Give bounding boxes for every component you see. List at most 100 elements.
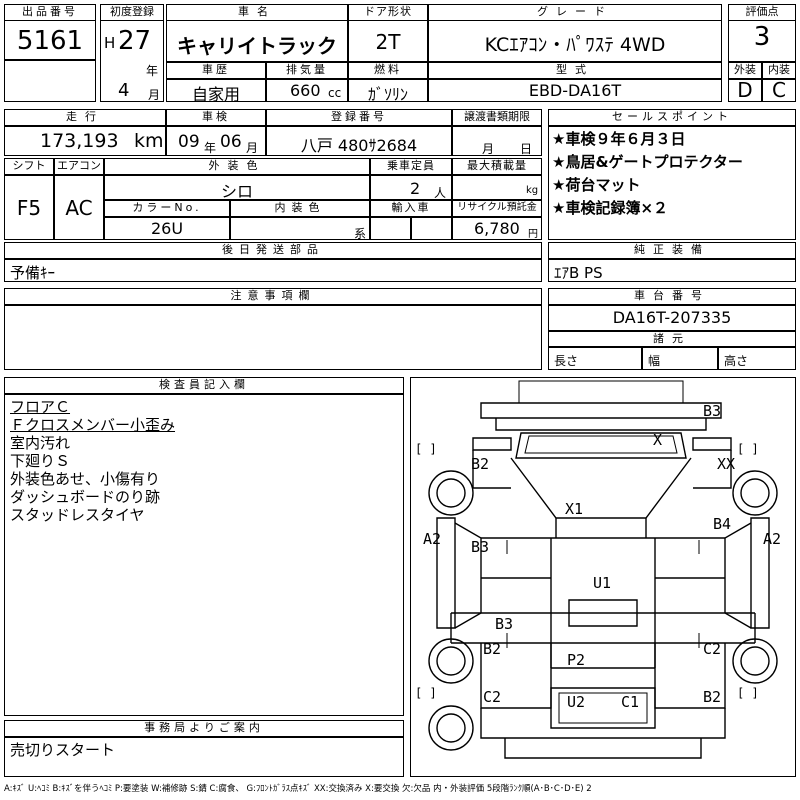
color-number-header: カラーNo. <box>104 200 230 217</box>
registration-month-unit: 月 <box>148 88 161 102</box>
displacement: 660 <box>290 81 321 100</box>
inspector-notes-header: 検査員記入欄 <box>4 377 404 394</box>
inspector-note: スタッドレスタイヤ <box>10 506 145 524</box>
inspection-header: 車検 <box>166 109 266 126</box>
damage-mark: A2 <box>763 530 782 548</box>
later-parts-header: 後日発送部品 <box>4 242 542 259</box>
transfer-month-unit: 月 <box>482 142 495 156</box>
recycle-header: リサイクル預託金 <box>452 200 542 217</box>
damage-mark: C1 <box>621 693 640 711</box>
registration-month: 4 <box>118 80 130 101</box>
exterior-grade: D <box>737 78 753 102</box>
inspection-month-unit: 月 <box>246 141 259 155</box>
damage-mark: C2 <box>703 640 722 658</box>
capacity: 2 <box>410 179 421 198</box>
fuel-header: 燃料 <box>348 62 428 79</box>
model-header: 車名 <box>166 4 348 21</box>
inspector-notes-list: フロアＣ Ｆクロスメンバー小歪み 室内汚れ 下廻りＳ 外装色あせ、小傷有り ダッ… <box>10 396 400 536</box>
type-header: 型式 <box>428 62 722 79</box>
inspection-year-unit: 年 <box>204 141 217 155</box>
damage-mark: U1 <box>593 574 612 592</box>
legend: A:ｷｽﾞ U:ﾍｺﾐ B:ｷｽﾞを伴うﾍｺﾐ P:要塗装 W:補修跡 S:錆 … <box>4 784 592 794</box>
grade: KCｴｱｺﾝ・ﾊﾟﾜｽﾃ 4WD <box>484 34 666 56</box>
damage-mark: B3 <box>703 402 722 420</box>
import-cell-left <box>370 217 411 240</box>
model-name: キャリイトラック <box>177 34 337 58</box>
damage-mark: A2 <box>423 530 442 548</box>
bracket-mark: [ ] <box>737 686 759 700</box>
max-load-header: 最大積載量 <box>452 158 542 175</box>
type: EBD-DA16T <box>528 81 622 100</box>
damage-mark: C2 <box>483 688 502 706</box>
damage-mark: B3 <box>471 538 490 556</box>
door-header: ドア形状 <box>348 4 428 21</box>
later-parts: 予備ｷｰ <box>10 264 56 282</box>
mileage-unit: km <box>134 130 164 152</box>
transfer-day-unit: 日 <box>520 142 533 156</box>
notes-cell <box>4 305 542 370</box>
length-label: 長さ <box>554 354 579 368</box>
damage-mark: B3 <box>495 615 514 633</box>
ac-header: エアコン <box>54 158 104 175</box>
damage-mark: X1 <box>565 500 584 518</box>
lot-number-header: 出品番号 <box>4 4 96 21</box>
interior-grade: C <box>772 78 786 102</box>
plate-header: 登録番号 <box>266 109 452 126</box>
plate-number: 八戸 480ｻ2684 <box>300 136 418 155</box>
registration-year: 27 <box>118 26 152 56</box>
grade-header: グレード <box>428 4 722 21</box>
color-number: 26U <box>150 219 184 238</box>
era: H <box>104 34 116 52</box>
shift-header: シフト <box>4 158 54 175</box>
damage-mark: XX <box>717 455 736 473</box>
mileage: 173,193 <box>40 130 119 152</box>
notes-header: 注意事項欄 <box>4 288 542 305</box>
sales-point: ★車検記録簿×２ <box>552 199 669 217</box>
recycle-fee: 6,780 <box>474 219 520 238</box>
bracket-mark: [ ] <box>737 442 759 456</box>
interior-color-cell <box>230 217 370 240</box>
damage-mark: P2 <box>567 651 586 669</box>
lot-number-extra <box>4 60 96 102</box>
damage-mark: B2 <box>483 640 502 658</box>
score-header: 評価点 <box>728 4 796 21</box>
damage-mark: B4 <box>713 515 732 533</box>
door-type: 2T <box>375 30 401 54</box>
max-load-unit: kg <box>526 185 539 196</box>
damage-mark: B2 <box>703 688 722 706</box>
capacity-unit: 人 <box>434 186 447 200</box>
chassis-number-header: 車台番号 <box>548 288 796 305</box>
chassis-number: DA16T-207335 <box>612 308 732 327</box>
sales-points-header: セールスポイント <box>548 109 796 126</box>
height-label: 高さ <box>724 354 749 368</box>
sales-point: ★車検９年６月３日 <box>552 130 686 148</box>
interior-grade-header: 内装 <box>762 62 796 79</box>
width-label: 幅 <box>648 354 661 368</box>
displacement-unit: cc <box>328 86 342 100</box>
mileage-header: 走行 <box>4 109 166 126</box>
exterior-grade-header: 外装 <box>728 62 762 79</box>
interior-color-header: 内装色 <box>230 200 370 217</box>
genuine-equipment-header: 純正装備 <box>548 242 796 259</box>
vehicle-diagram: B3 X B2 XX X1 A2 B3 B4 A2 U1 B3 B2 C2 P2… <box>410 377 796 777</box>
import-cell-right <box>411 217 452 240</box>
color-header: 外装色 <box>104 158 370 175</box>
dimensions-header: 諸元 <box>548 331 796 347</box>
history-header: 車歴 <box>166 62 266 79</box>
bracket-mark: [ ] <box>415 686 437 700</box>
import-header: 輸入車 <box>370 200 452 217</box>
displacement-header: 排気量 <box>266 62 348 79</box>
color: シロ <box>220 182 253 201</box>
fuel: ｶﾞｿﾘﾝ <box>367 85 408 104</box>
later-parts-cell <box>4 259 542 282</box>
transfer-deadline-header: 譲渡書類期限 <box>452 109 542 126</box>
sales-point: ★荷台マット <box>552 176 641 194</box>
genuine-equipment: ｴｱB PS <box>554 264 603 282</box>
first-registration-header: 初度登録 <box>100 4 164 21</box>
office-notice-header: 事務局よりご案内 <box>4 720 404 737</box>
office-notice: 売切りスタート <box>10 741 116 759</box>
registration-year-unit: 年 <box>146 64 159 78</box>
lot-number: 5161 <box>16 26 84 56</box>
bracket-mark: [ ] <box>415 442 437 456</box>
ac: AC <box>65 196 93 220</box>
